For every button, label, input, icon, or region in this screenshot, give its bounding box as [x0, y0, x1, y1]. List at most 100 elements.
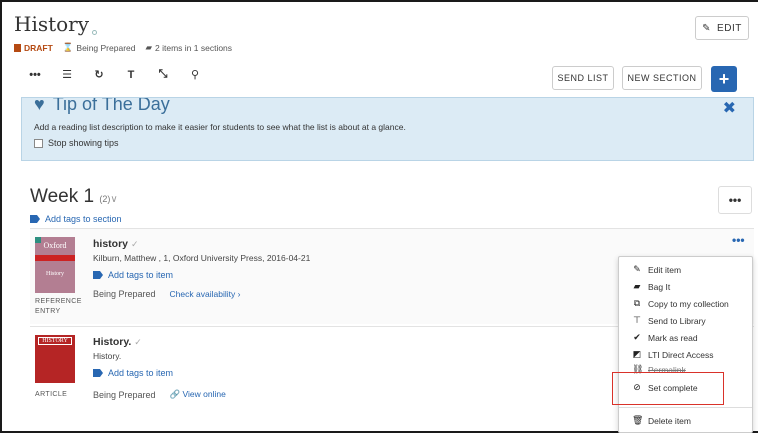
add-tags-item-link[interactable]: Add tags to item: [93, 368, 173, 378]
book-cover[interactable]: Oxford History: [35, 237, 75, 293]
add-tags-section-link[interactable]: Add tags to section: [30, 214, 122, 224]
menu-item-bag-it[interactable]: ▰ Bag It: [632, 281, 671, 292]
cover-band: [35, 255, 75, 261]
item-more-button[interactable]: •••: [732, 233, 745, 247]
page-title-text: History: [14, 12, 90, 36]
pencil-icon: ✎: [633, 264, 641, 274]
tip-panel: ♥ Tip of The Day ✖ Add a reading list de…: [21, 97, 754, 161]
cover-title: HISTORY: [38, 337, 72, 345]
add-tags-item-link[interactable]: Add tags to item: [93, 270, 173, 280]
menu-item-delete[interactable]: 🗑 Delete item: [632, 415, 691, 426]
item-type: ARTICLE: [35, 391, 68, 398]
page-title: History: [14, 12, 98, 36]
trash-icon: 🗑: [632, 415, 644, 425]
tag-icon: [30, 215, 40, 223]
hourglass-icon: ⌛: [62, 42, 74, 52]
menu-item-label: Send to Library: [648, 315, 706, 326]
check-availability-link[interactable]: Check availability ›: [170, 289, 241, 299]
item-type-line2: ENTRY: [35, 308, 61, 315]
bag-icon: ▰: [633, 281, 641, 291]
section-more-button[interactable]: •••: [718, 186, 752, 214]
item-title[interactable]: History. ✓: [93, 336, 142, 348]
menu-item-send-library[interactable]: ⊤ Send to Library: [632, 315, 706, 326]
menu-item-mark-read[interactable]: ✔ Mark as read: [632, 332, 698, 343]
item-title-text: history: [93, 238, 129, 250]
draft-label: DRAFT: [24, 42, 53, 53]
link-icon: ⛓: [632, 364, 644, 374]
tag-icon: [93, 369, 103, 377]
menu-item-copy[interactable]: ⧉ Copy to my collection: [632, 298, 729, 309]
edit-button-label: EDIT: [717, 22, 742, 34]
cover-title: History: [46, 271, 64, 277]
checkbox[interactable]: [34, 138, 43, 148]
check-availability-label: Check availability: [169, 289, 236, 299]
item-status: Being Prepared: [93, 289, 156, 299]
new-section-button[interactable]: NEW SECTION: [622, 66, 702, 90]
close-icon[interactable]: ✖: [723, 98, 736, 118]
copy-icon: ⧉: [633, 298, 641, 308]
menu-item-label: Edit item: [648, 264, 682, 275]
check-circle-icon: ⊘: [633, 382, 641, 392]
status-label: Being Prepared: [76, 42, 136, 53]
edit-button[interactable]: ✎ EDIT: [695, 16, 749, 40]
stop-tips-checkbox[interactable]: Stop showing tips: [34, 138, 119, 148]
check-icon: ✔: [633, 332, 641, 342]
filter-icon[interactable]: T: [124, 69, 138, 81]
list-view-icon[interactable]: ☰: [60, 68, 74, 81]
section-title-text: Week 1: [30, 186, 95, 207]
check-icon: ✓: [130, 239, 139, 249]
tip-text: Add a reading list description to make i…: [34, 122, 406, 132]
menu-item-label: Permalink: [648, 364, 686, 375]
item-status-row: Being Prepared Check availability ›: [93, 289, 240, 299]
menu-item-permalink[interactable]: ⛓ Permalink: [632, 364, 686, 375]
send-list-button[interactable]: SEND LIST: [552, 66, 614, 90]
view-online-label: View online: [182, 389, 226, 399]
chevron-down-icon[interactable]: ∨: [110, 194, 117, 205]
menu-item-label: Copy to my collection: [648, 298, 729, 309]
menu-item-label: LTI Direct Access: [648, 349, 714, 360]
pencil-icon: ✎: [702, 22, 712, 34]
menu-item-lti[interactable]: ◩ LTI Direct Access: [632, 349, 714, 360]
menu-divider: [619, 407, 752, 408]
search-icon[interactable]: ⚲: [188, 68, 202, 81]
status-meta: ⌛ Being Prepared: [63, 42, 136, 53]
list-toolbar: ••• ☰ ↻ T ⤡ ⚲: [28, 68, 202, 81]
tip-heading-text: Tip of The Day: [52, 97, 170, 114]
external-icon: ◩: [632, 349, 642, 359]
stop-tips-label: Stop showing tips: [48, 138, 119, 148]
refresh-icon[interactable]: ↻: [92, 68, 106, 81]
menu-item-set-complete[interactable]: ⊘ Set complete: [632, 382, 698, 393]
section-title[interactable]: Week 1 (2)∨: [30, 186, 118, 208]
draft-icon: [14, 43, 21, 52]
tag-icon: [93, 271, 103, 279]
add-button[interactable]: +: [711, 66, 737, 92]
more-icon[interactable]: •••: [28, 69, 42, 81]
item-citation: History.: [93, 351, 122, 361]
item-title-text: History.: [93, 336, 132, 348]
menu-item-label: Bag It: [648, 281, 671, 292]
items-meta: ▰ 2 items in 1 sections: [145, 42, 232, 53]
item-context-menu: ✎ Edit item ▰ Bag It ⧉ Copy to my collec…: [618, 256, 753, 433]
add-tags-item-label: Add tags to item: [108, 368, 174, 378]
list-meta: DRAFT ⌛ Being Prepared ▰ 2 items in 1 se…: [14, 42, 232, 53]
draft-badge: DRAFT: [14, 43, 53, 53]
cover-publisher: Oxford: [43, 241, 67, 250]
view-online-link[interactable]: 🔗 View online: [170, 389, 226, 400]
item-type-line1: REFERENCE: [35, 298, 82, 305]
menu-item-edit[interactable]: ✎ Edit item: [632, 264, 681, 275]
add-tags-section-label: Add tags to section: [45, 214, 122, 224]
info-icon[interactable]: [92, 30, 98, 35]
article-cover[interactable]: HISTORY: [35, 335, 75, 383]
check-icon: ✓: [134, 337, 142, 347]
item-title[interactable]: history ✓: [93, 238, 138, 250]
menu-item-label: Set complete: [648, 382, 698, 393]
collapse-icon[interactable]: ⤡: [156, 68, 170, 81]
menu-item-label: Mark as read: [648, 332, 698, 343]
item-status-row: Being Prepared 🔗 View online: [93, 389, 226, 400]
item-citation: Kilburn, Matthew , 1, Oxford University …: [93, 253, 311, 263]
link-icon: 🔗: [169, 389, 181, 399]
menu-item-label: Delete item: [648, 415, 691, 426]
tip-heading: ♥ Tip of The Day: [34, 97, 170, 115]
pin-icon: ⊤: [633, 315, 641, 325]
item-type: REFERENCE ENTRY: [35, 297, 82, 317]
